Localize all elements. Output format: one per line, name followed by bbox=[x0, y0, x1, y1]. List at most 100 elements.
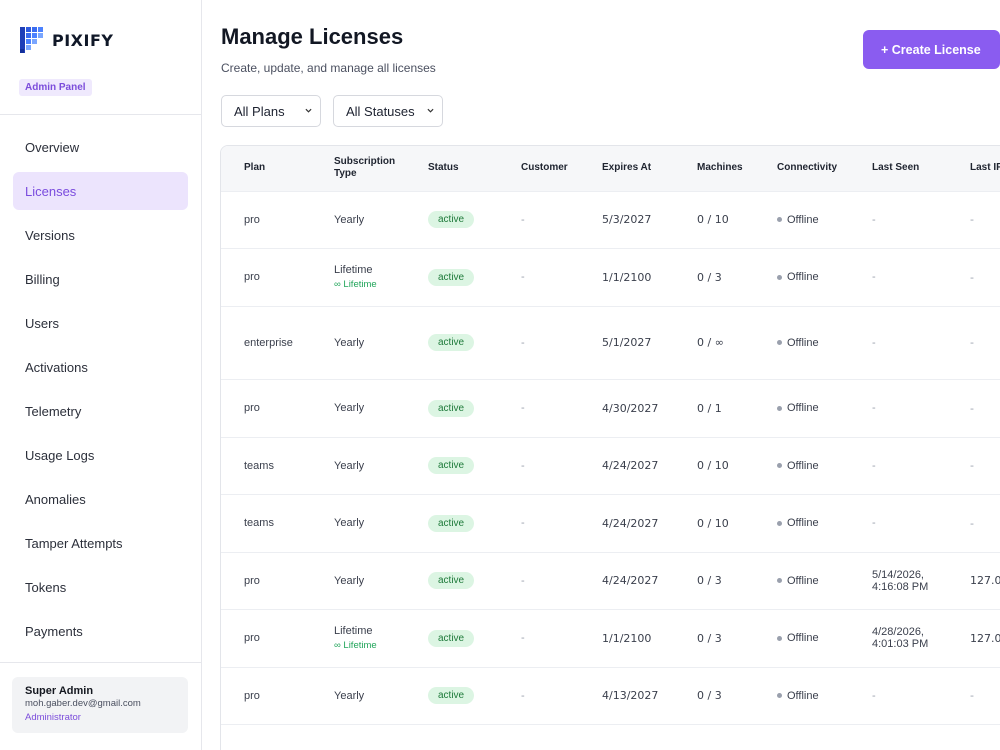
sidebar-footer-divider bbox=[0, 662, 201, 663]
column-header-machines[interactable]: Machines bbox=[674, 146, 754, 191]
status-filter-select[interactable]: All Statuses bbox=[333, 95, 443, 127]
cell-connectivity: Offline bbox=[754, 190, 849, 248]
offline-dot-icon bbox=[777, 635, 782, 641]
cell-subscription-type: Yearly bbox=[311, 436, 405, 494]
brand[interactable]: PIXIFY bbox=[20, 27, 113, 53]
last-seen-date: - bbox=[872, 336, 876, 349]
status-badge: active bbox=[428, 334, 475, 351]
offline-dot-icon bbox=[777, 274, 782, 280]
cell-expires-at: 4/24/2027 bbox=[579, 493, 674, 552]
column-header-last-ip[interactable]: Last IP bbox=[947, 146, 1000, 191]
cell-subscription-type: Yearly bbox=[311, 378, 405, 437]
cell-last-ip: 127.0 bbox=[947, 551, 1000, 609]
status-badge: active bbox=[428, 399, 475, 417]
connectivity-label: Offline bbox=[787, 213, 819, 226]
table-row[interactable]: pro Lifetime ∞ Lifetime active -1/1/2100 0 / … bbox=[221, 247, 1000, 306]
cell-expires-at: 5/1/2027 bbox=[579, 305, 674, 379]
status-badge: active bbox=[428, 687, 475, 704]
sidebar-item-licenses[interactable]: Licenses bbox=[13, 172, 188, 210]
table-row[interactable]: teams Yearly active -4/24/2027 0 / 10 Offline… bbox=[221, 493, 1000, 552]
cell-plan: pro bbox=[221, 551, 311, 609]
cell-expires-at: 5/3/2027 bbox=[579, 190, 674, 248]
cell-customer: - bbox=[498, 493, 579, 552]
cell-plan: teams bbox=[221, 436, 311, 494]
cell-connectivity: Offline bbox=[754, 247, 849, 306]
cell-last-ip: - bbox=[947, 436, 1000, 494]
cell-machines: 0 / ∞ bbox=[674, 305, 754, 379]
cell-status: active bbox=[405, 666, 498, 724]
connectivity-label: Offline bbox=[787, 574, 819, 587]
last-seen-time: 4:01:03 PM bbox=[872, 638, 929, 650]
sidebar-item-usage-logs[interactable]: Usage Logs bbox=[13, 436, 188, 474]
table-row[interactable] bbox=[221, 723, 1000, 750]
sidebar-item-anomalies[interactable]: Anomalies bbox=[13, 480, 188, 518]
column-header-subscription-type[interactable]: Subscription Type bbox=[311, 146, 405, 191]
cell-machines: 0 / 10 bbox=[674, 436, 754, 494]
cell-last-seen: - bbox=[849, 190, 947, 248]
cell-expires-at: 4/24/2027 bbox=[579, 551, 674, 609]
last-seen-date: - bbox=[872, 517, 876, 529]
cell-connectivity: Offline bbox=[754, 305, 849, 379]
table-row[interactable]: pro Yearly active -4/24/2027 0 / 3 Offline 5/1… bbox=[221, 551, 1000, 609]
column-header-plan[interactable]: Plan bbox=[221, 146, 311, 191]
connectivity-label: Offline bbox=[787, 336, 819, 349]
table-row[interactable]: teams Yearly active -4/24/2027 0 / 10 Offline… bbox=[221, 436, 1000, 494]
table-row[interactable]: pro Yearly active -4/30/2027 0 / 1 Offline - - bbox=[221, 378, 1000, 437]
user-email: moh.gaber.dev@gmail.com bbox=[25, 698, 141, 709]
create-license-button[interactable]: + Create License bbox=[863, 30, 1000, 69]
cell-last-seen: 5/14/2026, 4:16:08 PM bbox=[849, 551, 947, 609]
sidebar-item-versions[interactable]: Versions bbox=[13, 216, 188, 254]
offline-dot-icon bbox=[777, 217, 782, 223]
table-row[interactable]: enterprise Yearly active -5/1/2027 0 / ∞ Offl… bbox=[221, 305, 1000, 379]
column-header-last-seen[interactable]: Last Seen bbox=[849, 146, 947, 191]
cell-last-seen: - bbox=[849, 305, 947, 379]
page-subtitle: Create, update, and manage all licenses bbox=[221, 61, 436, 75]
cell-customer: - bbox=[498, 551, 579, 609]
last-seen-date: - bbox=[872, 459, 876, 472]
plan-filter-value: All Plans bbox=[234, 103, 285, 119]
sidebar-item-overview[interactable]: Overview bbox=[13, 128, 188, 166]
cell-last-ip: - bbox=[947, 378, 1000, 437]
cell-plan: enterprise bbox=[221, 305, 311, 379]
sidebar-item-billing[interactable]: Billing bbox=[13, 260, 188, 298]
column-header-expires-at[interactable]: Expires At bbox=[579, 146, 674, 191]
status-badge: active bbox=[428, 211, 475, 228]
column-header-status[interactable]: Status bbox=[405, 146, 498, 191]
table-row[interactable]: pro Yearly active -4/13/2027 0 / 3 Offline - - bbox=[221, 666, 1000, 724]
table-row-partial bbox=[221, 723, 1000, 750]
table-row[interactable]: pro Lifetime ∞ Lifetime active -1/1/2100 0 / … bbox=[221, 608, 1000, 667]
user-card[interactable]: Super Admin moh.gaber.dev@gmail.com Admi… bbox=[12, 677, 188, 733]
cell-last-seen: - bbox=[849, 493, 947, 552]
column-header-customer[interactable]: Customer bbox=[498, 146, 579, 191]
sidebar-divider bbox=[0, 114, 201, 115]
cell-subscription-type: Yearly bbox=[311, 551, 405, 609]
cell-expires-at: 1/1/2100 bbox=[579, 247, 674, 306]
last-seen-date: - bbox=[872, 402, 876, 414]
subscription-type: Yearly bbox=[334, 459, 365, 472]
cell-status: active bbox=[405, 436, 498, 494]
cell-machines: 0 / 3 bbox=[674, 551, 754, 609]
subscription-type: Yearly bbox=[334, 517, 365, 529]
cell-machines: 0 / 3 bbox=[674, 247, 754, 306]
cell-status: active bbox=[405, 493, 498, 552]
sidebar-item-payments[interactable]: Payments bbox=[13, 612, 188, 650]
sidebar-item-activations[interactable]: Activations bbox=[13, 348, 188, 386]
connectivity-label: Offline bbox=[787, 459, 819, 472]
cell-status: active bbox=[405, 378, 498, 437]
table-row[interactable]: pro Yearly active -5/3/2027 0 / 10 Offline - - bbox=[221, 190, 1000, 248]
column-header-connectivity[interactable]: Connectivity bbox=[754, 146, 849, 191]
sidebar-item-tamper-attempts[interactable]: Tamper Attempts bbox=[13, 524, 188, 562]
cell-last-ip: - bbox=[947, 247, 1000, 306]
subscription-type: Yearly bbox=[334, 689, 365, 702]
sidebar-item-telemetry[interactable]: Telemetry bbox=[13, 392, 188, 430]
status-badge: active bbox=[428, 268, 475, 286]
cell-subscription-type: Lifetime ∞ Lifetime bbox=[311, 608, 405, 667]
last-seen-time: 4:16:08 PM bbox=[872, 580, 929, 593]
sidebar-item-users[interactable]: Users bbox=[13, 304, 188, 342]
sidebar-item-tokens[interactable]: Tokens bbox=[13, 568, 188, 606]
plan-filter-select[interactable]: All Plans bbox=[221, 95, 321, 127]
cell-plan: pro bbox=[221, 247, 311, 306]
offline-dot-icon bbox=[777, 520, 782, 526]
cell-connectivity: Offline bbox=[754, 666, 849, 724]
status-badge: active bbox=[428, 629, 475, 647]
